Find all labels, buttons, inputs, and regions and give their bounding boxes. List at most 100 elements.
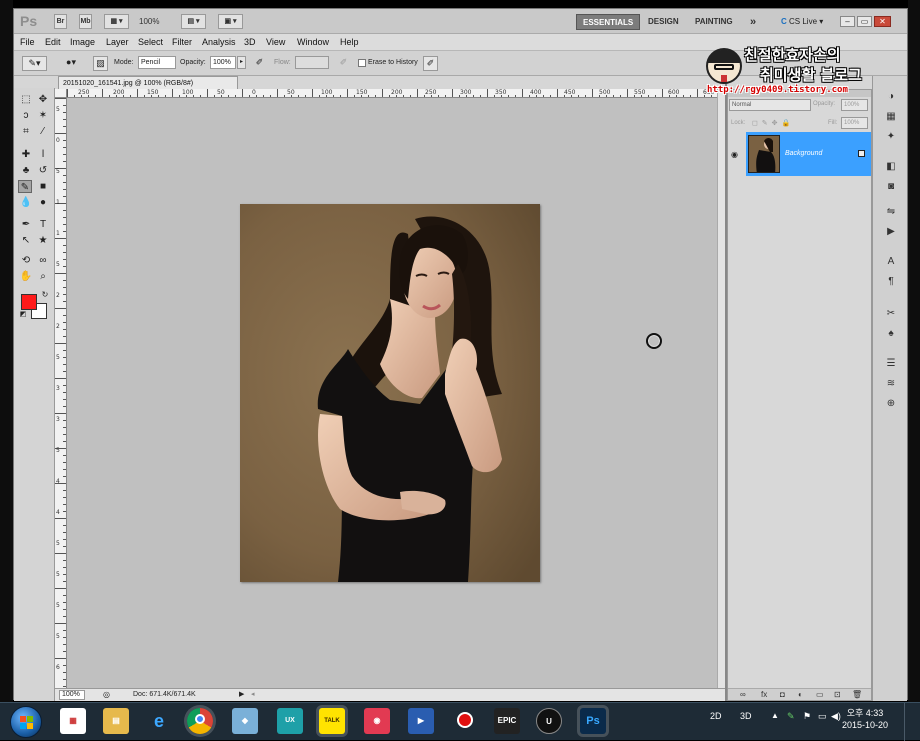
windows-media-center-icon[interactable]: ▦ xyxy=(60,708,86,734)
foreground-color-swatch[interactable] xyxy=(21,294,37,310)
brush-panel-toggle-icon[interactable]: ▨ xyxy=(93,56,108,71)
layer-mask-icon[interactable]: ◘ xyxy=(780,690,785,699)
photoshop-taskbar-icon[interactable]: Ps xyxy=(580,708,606,734)
marquee-tool-icon[interactable]: ⬚ xyxy=(19,93,33,106)
menu-image[interactable]: Image xyxy=(70,37,95,47)
show-desktop-button[interactable] xyxy=(904,703,920,741)
start-button[interactable] xyxy=(10,706,42,738)
adjustment-layer-icon[interactable]: ◐ xyxy=(798,690,803,699)
pen-app-icon[interactable]: ◆ xyxy=(232,708,258,734)
zoom-level-dropdown[interactable]: 100% xyxy=(139,17,159,26)
masks-panel-icon[interactable]: ◙ xyxy=(885,181,897,193)
opacity-input[interactable]: 100% xyxy=(210,56,236,69)
menu-3d[interactable]: 3D xyxy=(244,37,256,47)
zoom-tool-icon[interactable]: ⌕ xyxy=(36,270,50,283)
menu-select[interactable]: Select xyxy=(138,37,163,47)
new-group-icon[interactable]: ▭ xyxy=(816,690,824,699)
layers-panel-icon[interactable]: ☰ xyxy=(885,358,897,370)
workspace-design[interactable]: DESIGN xyxy=(642,14,685,30)
opacity-slider-toggle[interactable]: ▸ xyxy=(237,56,246,69)
styles-panel-icon[interactable]: ✦ xyxy=(885,131,897,143)
ruler-top[interactable]: 250 200 150 100 50 0 50 100 150 200 250 … xyxy=(67,89,717,98)
view-extras-button[interactable]: ▦ ▾ xyxy=(104,14,129,29)
3d-orbit-tool-icon[interactable]: ∞ xyxy=(36,254,50,267)
studio-ux-icon[interactable]: UX xyxy=(277,708,303,734)
minimize-button[interactable]: – xyxy=(840,16,855,27)
menu-filter[interactable]: Filter xyxy=(172,37,192,47)
fill-input[interactable]: 100% xyxy=(841,117,868,129)
airbrush-icon[interactable]: ✐ xyxy=(336,56,351,71)
camera-app-icon[interactable]: ◉ xyxy=(364,708,390,734)
clone-source-panel-icon[interactable]: ♠ xyxy=(885,328,897,340)
tray-network-icon[interactable]: ✎ xyxy=(787,711,795,722)
link-layers-icon[interactable]: ∞ xyxy=(740,690,746,699)
chrome-icon[interactable] xyxy=(187,708,213,734)
kakaotalk-icon[interactable]: TALK xyxy=(319,708,345,734)
delete-layer-icon[interactable]: 🗑 xyxy=(852,690,862,699)
adjustments-panel-icon[interactable]: ◧ xyxy=(885,161,897,173)
menu-edit[interactable]: Edit xyxy=(45,37,61,47)
bridge-button[interactable]: Br xyxy=(54,14,67,29)
paths-panel-icon[interactable]: ⊕ xyxy=(885,398,897,410)
media-player-icon[interactable]: ▶ xyxy=(408,708,434,734)
ime-2d[interactable]: 2D xyxy=(710,711,722,721)
paragraph-panel-icon[interactable]: ¶ xyxy=(885,276,897,288)
healing-brush-tool-icon[interactable]: ✚ xyxy=(19,148,33,161)
actions-panel-icon[interactable]: ▶ xyxy=(885,226,897,238)
path-selection-tool-icon[interactable]: ↖ xyxy=(19,234,33,247)
3d-rotate-tool-icon[interactable]: ⟲ xyxy=(19,254,33,267)
menu-file[interactable]: File xyxy=(20,37,35,47)
close-button[interactable]: ✕ xyxy=(874,16,891,27)
tablet-pressure-opacity-icon[interactable]: ✐ xyxy=(252,56,267,71)
dodge-tool-icon[interactable]: ● xyxy=(36,196,50,209)
status-info-icon[interactable]: ◎ xyxy=(103,690,110,699)
maximize-button[interactable]: ▭ xyxy=(857,16,872,27)
magic-wand-tool-icon[interactable]: ✶ xyxy=(36,109,50,122)
tray-expand-icon[interactable]: ▲ xyxy=(771,711,779,720)
menu-window[interactable]: Window xyxy=(297,37,329,47)
screen-mode-button[interactable]: ▣ ▾ xyxy=(218,14,243,29)
character-panel-icon[interactable]: A xyxy=(885,256,897,268)
pen-tool-icon[interactable]: ✒ xyxy=(19,218,33,231)
menu-view[interactable]: View xyxy=(266,37,285,47)
tablet-pressure-size-icon[interactable]: ✐ xyxy=(423,56,438,71)
ruler-left[interactable]: 5 0 5 1 1 5 2 2 5 3 3 5 4 4 5 5 5 5 6 xyxy=(55,98,67,688)
shape-tool-icon[interactable]: ★ xyxy=(36,234,50,247)
layer-opacity-input[interactable]: 100% xyxy=(841,99,868,111)
new-layer-icon[interactable]: ⊡ xyxy=(834,690,841,699)
lock-icons[interactable]: ◻✎✥🔒 xyxy=(752,119,794,127)
status-menu-arrow-icon[interactable]: ▶ xyxy=(239,690,244,698)
ime-3d[interactable]: 3D xyxy=(740,711,752,721)
cs-live-menu[interactable]: C CS Live ▾ xyxy=(781,17,823,26)
vertical-scrollbar[interactable] xyxy=(717,89,725,688)
layer-name[interactable]: Background xyxy=(785,150,822,157)
more-workspaces-button[interactable]: » xyxy=(744,14,762,30)
document-canvas[interactable] xyxy=(67,98,717,688)
epic-games-icon[interactable]: EPIC xyxy=(494,708,520,734)
layer-visibility-eye-icon[interactable]: ◉ xyxy=(731,150,738,159)
erase-to-history-checkbox[interactable] xyxy=(358,59,366,67)
channels-panel-icon[interactable]: ≋ xyxy=(885,378,897,390)
gradient-tool-icon[interactable]: ■ xyxy=(36,180,50,193)
flow-input[interactable] xyxy=(295,56,329,69)
lasso-tool-icon[interactable]: ↄ xyxy=(19,109,33,122)
unreal-engine-icon[interactable]: U xyxy=(536,708,562,734)
menu-help[interactable]: Help xyxy=(340,37,359,47)
menu-layer[interactable]: Layer xyxy=(106,37,129,47)
menu-analysis[interactable]: Analysis xyxy=(202,37,236,47)
arrange-documents-button[interactable]: ▤ ▾ xyxy=(181,14,206,29)
tool-preset-picker[interactable]: ✎▾ xyxy=(22,56,47,71)
layer-row-background[interactable]: Background xyxy=(746,132,871,176)
document-tab[interactable]: 20151020_161541.jpg @ 100% (RGB/8#) xyxy=(58,76,238,90)
status-zoom-input[interactable]: 100% xyxy=(59,690,85,700)
type-tool-icon[interactable]: T xyxy=(36,218,50,231)
brush-tool-icon[interactable]: ǀ xyxy=(36,148,50,161)
hand-tool-icon[interactable]: ✋ xyxy=(19,270,33,283)
history-panel-icon[interactable]: ⇋ xyxy=(885,206,897,218)
mini-bridge-button[interactable]: Mb xyxy=(79,14,92,29)
swap-colors-icon[interactable]: ↻ xyxy=(38,288,52,301)
workspace-essentials[interactable]: ESSENTIALS xyxy=(576,14,641,30)
tray-volume-icon[interactable]: ◀) xyxy=(831,711,841,722)
tray-monitor-icon[interactable]: ▭ xyxy=(818,711,827,722)
hscroll-left-arrow-icon[interactable]: ◂ xyxy=(251,690,255,698)
